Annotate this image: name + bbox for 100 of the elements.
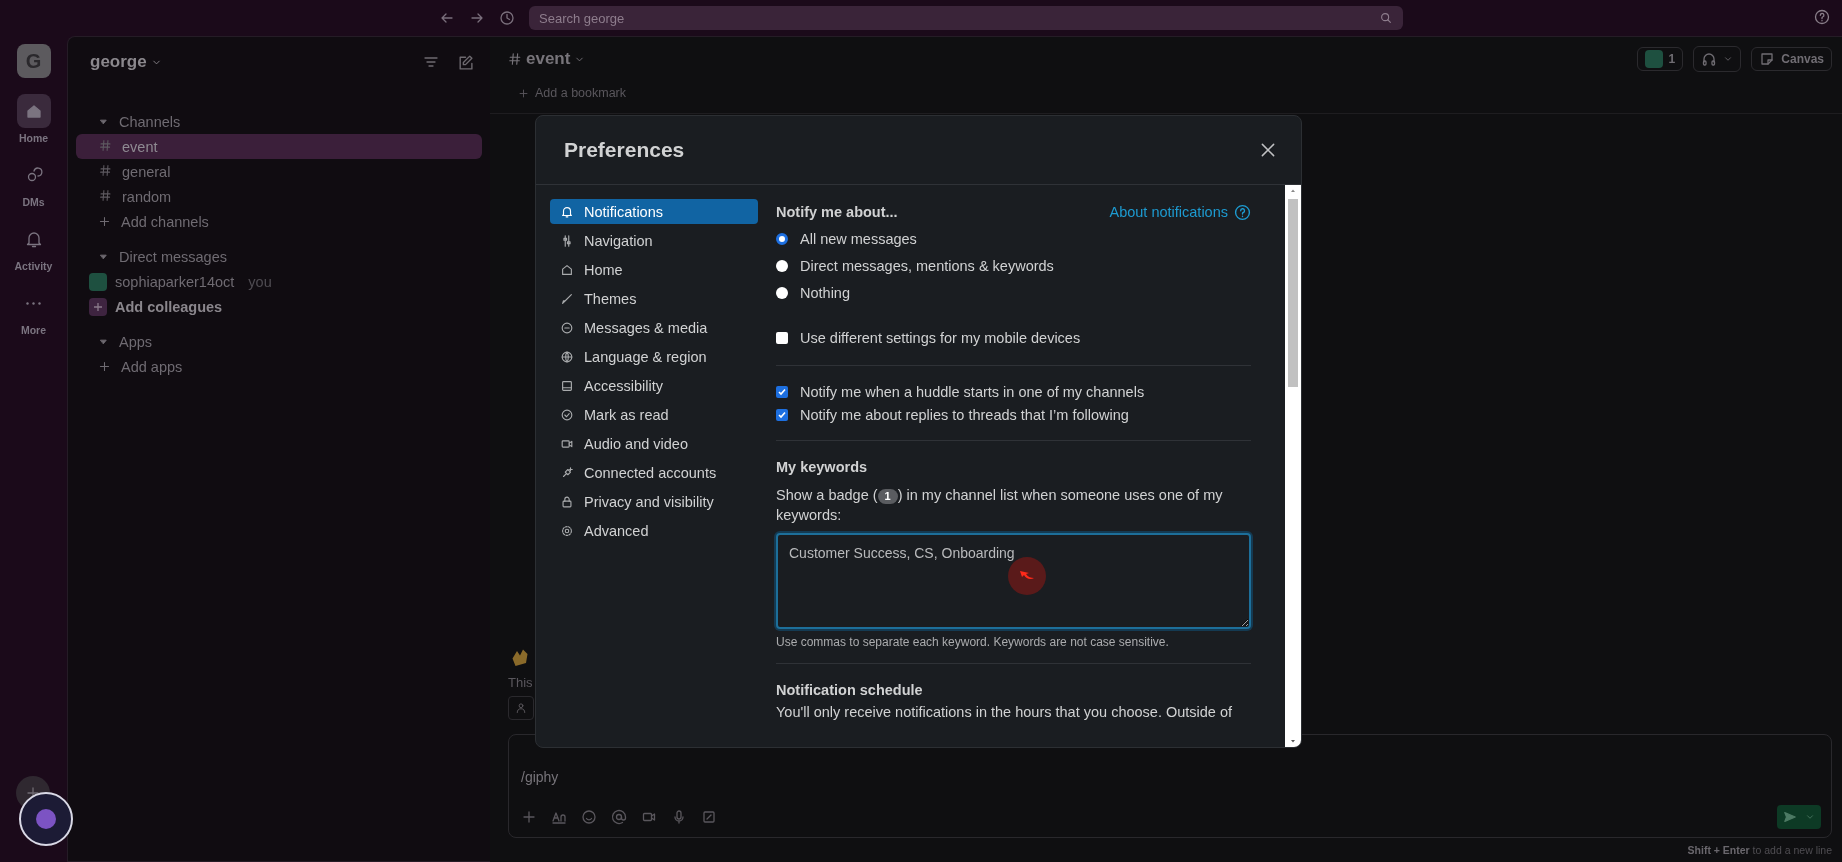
search-field[interactable]: Search george [529, 6, 1403, 30]
preferences-nav-item[interactable]: Notifications [550, 199, 758, 224]
checkbox[interactable] [776, 385, 788, 398]
microphone-icon [671, 809, 687, 825]
hint-text: Use commas to separate each keyword. Keywords are not case sensitive. [776, 635, 1170, 649]
preferences-nav-item[interactable]: Home [550, 257, 758, 282]
composer-hint: Shift + Enter to add a new line [1687, 844, 1832, 856]
more-dots-icon [25, 301, 42, 305]
rail-button[interactable] [16, 94, 51, 128]
radio-label[interactable]: Direct messages, mentions & keywords [800, 257, 1054, 274]
about-notifications-link[interactable]: About notifications [1109, 203, 1251, 221]
preferences-nav-item[interactable]: Connected accounts [550, 460, 758, 485]
sidebar-item[interactable]: random [76, 184, 482, 209]
caret-down-icon [98, 336, 109, 347]
clock-icon [499, 10, 515, 26]
channel-title[interactable]: event [526, 49, 571, 69]
radio-button[interactable] [776, 259, 788, 272]
section-title[interactable]: Channels [119, 113, 181, 130]
headphones-icon [1701, 51, 1718, 67]
preferences-nav-item[interactable]: Advanced [550, 518, 758, 543]
lock-icon [560, 494, 574, 509]
scroll-down-icon [1289, 737, 1297, 745]
help-icon [1234, 203, 1251, 221]
rail-label: DMs [22, 196, 45, 208]
hash-icon [98, 164, 112, 177]
plus-icon [89, 297, 107, 316]
send-button[interactable] [1777, 805, 1821, 829]
checkbox[interactable] [776, 408, 788, 421]
rail-label: Activity [14, 260, 53, 272]
preferences-nav-item[interactable]: Themes [550, 286, 758, 311]
sidebar-item[interactable]: sophiaparker14oct you [76, 269, 482, 294]
canvas-button[interactable]: Canvas [1751, 47, 1832, 71]
description-text: Show a badge ( 1 ) in my channel list when someone uses one of my keywords: [776, 486, 1224, 525]
section-heading: Notify me about... [776, 204, 898, 220]
members-button[interactable]: 1 [1636, 47, 1684, 71]
plus-icon [518, 87, 529, 99]
mention-icon [611, 809, 627, 825]
globe-icon [560, 349, 574, 364]
hash-icon [508, 52, 522, 66]
preferences-nav-item[interactable]: Messages & media [550, 315, 758, 340]
caret-down-icon [98, 116, 109, 127]
checkbox[interactable] [776, 331, 788, 344]
plug-icon [560, 465, 574, 480]
canvas-icon [1759, 51, 1776, 67]
house-icon [560, 262, 574, 277]
avatar-icon [89, 272, 107, 291]
search-icon [1379, 11, 1393, 25]
checkbox-label[interactable]: Notify me about replies to threads that I’m following [800, 406, 1129, 423]
section-title[interactable]: Direct messages [119, 248, 227, 265]
sidebar-item[interactable]: Add channels [76, 209, 482, 234]
rail-label: Home [18, 132, 49, 144]
person-icon [515, 702, 527, 714]
preferences-nav-item[interactable]: Accessibility [550, 373, 758, 398]
chevron-down-icon [1805, 812, 1815, 822]
rail-label: More [20, 324, 47, 336]
radio-label[interactable]: All new messages [800, 230, 917, 247]
description-text: You'll only receive notifications in the hours that you choose. Outside of [776, 704, 1234, 720]
help-icon [1814, 9, 1830, 25]
scrollbar[interactable] [1285, 185, 1301, 747]
radio-button[interactable] [776, 286, 788, 299]
preferences-nav-item[interactable]: Audio and video [550, 431, 758, 456]
sidebar-item[interactable]: Add colleagues [76, 294, 482, 319]
compose-icon [457, 53, 474, 71]
emoji-icon [581, 809, 597, 825]
composer-text: /giphy [521, 769, 560, 785]
speech-bubble-icon [560, 320, 574, 335]
plus-icon [521, 809, 537, 825]
section-heading: My keywords [776, 459, 869, 475]
radio-label[interactable]: Nothing [800, 284, 850, 301]
chevron-down-icon [1723, 54, 1734, 64]
search-placeholder: Search george [539, 10, 625, 26]
section-title[interactable]: Apps [119, 333, 153, 350]
bell-icon [560, 204, 574, 219]
hash-icon [98, 189, 112, 202]
checkbox-label[interactable]: Use different settings for my mobile devices [800, 329, 1081, 346]
send-icon [1783, 810, 1797, 824]
checkbox-label[interactable]: Notify me when a huddle starts in one of my channels [800, 383, 1145, 400]
check-circle-icon [560, 407, 574, 422]
plus-icon [98, 215, 111, 228]
preferences-nav-item[interactable]: Language & region [550, 344, 758, 369]
section-heading: Notification schedule [776, 682, 924, 698]
radio-button[interactable] [776, 232, 788, 245]
intro-text: This [508, 675, 533, 690]
sliders-icon [560, 233, 574, 248]
preferences-nav-item[interactable]: Navigation [550, 228, 758, 253]
caret-down-icon [98, 251, 109, 262]
keywords-field[interactable]: Customer Success, CS, Onboarding [776, 533, 1251, 629]
shortcut-icon [701, 809, 717, 825]
recorder-button[interactable] [19, 792, 73, 846]
preferences-nav-item[interactable]: Privacy and visibility [550, 489, 758, 514]
hash-icon [98, 139, 112, 152]
scroll-up-icon [1289, 187, 1297, 195]
sidebar-item[interactable]: event [76, 134, 482, 159]
preferences-nav-item[interactable]: Mark as read [550, 402, 758, 427]
scrollbar-thumb[interactable] [1288, 199, 1298, 387]
dialog-title: Preferences [564, 138, 685, 162]
workspace-name[interactable]: george [90, 52, 147, 72]
huddle-button[interactable] [1693, 46, 1742, 72]
sidebar-item[interactable]: Add apps [76, 354, 482, 379]
sidebar-item[interactable]: general [76, 159, 482, 184]
